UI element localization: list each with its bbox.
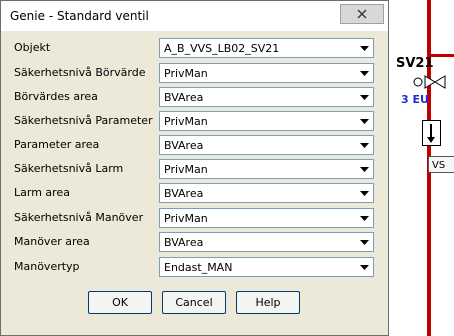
field-row-sakerhetsniva-parameter: Säkerhetsnivå Parameter PrivMan (14, 111, 374, 131)
genie-dialog: Genie - Standard ventil Objekt A_B_VVS_L… (0, 0, 389, 336)
field-label: Manöver area (14, 235, 90, 248)
dropdown-value: PrivMan (164, 115, 208, 128)
field-row-borvardes-area: Börvärdes area BVArea (14, 87, 374, 107)
chevron-down-icon[interactable] (356, 185, 372, 201)
ok-button[interactable]: OK (88, 291, 152, 314)
manovertyp-dropdown[interactable]: Endast_MAN (159, 257, 374, 277)
larm-area-dropdown[interactable]: BVArea (159, 183, 374, 203)
chevron-down-icon[interactable] (356, 89, 372, 105)
chevron-down-icon[interactable] (356, 259, 372, 275)
field-label: Börvärdes area (14, 90, 98, 103)
field-row-manover-area: Manöver area BVArea (14, 232, 374, 252)
dropdown-value: BVArea (164, 91, 204, 104)
red-pipe-horizontal (431, 54, 454, 57)
dropdown-value: PrivMan (164, 163, 208, 176)
field-label: Manövertyp (14, 260, 80, 273)
dropdown-value: BVArea (164, 139, 204, 152)
sakerhetsniva-borvarde-dropdown[interactable]: PrivMan (159, 63, 374, 83)
close-icon (357, 9, 367, 19)
field-label: Parameter area (14, 138, 100, 151)
valve-label[interactable]: SV21 (396, 56, 434, 71)
chevron-down-icon[interactable] (356, 210, 372, 226)
chevron-down-icon[interactable] (356, 161, 372, 177)
field-label: Säkerhetsnivå Parameter (14, 114, 153, 127)
dropdown-value: PrivMan (164, 67, 208, 80)
sakerhetsniva-manover-dropdown[interactable]: PrivMan (159, 208, 374, 228)
field-row-sakerhetsniva-larm: Säkerhetsnivå Larm PrivMan (14, 159, 374, 179)
chevron-down-icon[interactable] (356, 137, 372, 153)
borvardes-area-dropdown[interactable]: BVArea (159, 87, 374, 107)
dropdown-value: BVArea (164, 236, 204, 249)
cancel-button[interactable]: Cancel (162, 291, 226, 314)
help-button[interactable]: Help (236, 291, 300, 314)
field-label: Säkerhetsnivå Larm (14, 162, 124, 175)
chevron-down-icon[interactable] (356, 234, 372, 250)
dropdown-value: A_B_VVS_LB02_SV21 (164, 42, 280, 55)
parameter-area-dropdown[interactable]: BVArea (159, 135, 374, 155)
down-arrow-box-icon[interactable] (422, 120, 441, 146)
vs-button[interactable]: VS (428, 156, 454, 173)
dialog-title: Genie - Standard ventil (10, 9, 149, 23)
dialog-titlebar[interactable]: Genie - Standard ventil (1, 1, 388, 31)
field-label: Objekt (14, 41, 51, 54)
chevron-down-icon[interactable] (356, 65, 372, 81)
dropdown-value: Endast_MAN (164, 261, 233, 274)
field-row-parameter-area: Parameter area BVArea (14, 135, 374, 155)
sakerhetsniva-parameter-dropdown[interactable]: PrivMan (159, 111, 374, 131)
field-row-manovertyp: Manövertyp Endast_MAN (14, 257, 374, 277)
chevron-down-icon[interactable] (356, 113, 372, 129)
field-row-larm-area: Larm area BVArea (14, 183, 374, 203)
manover-area-dropdown[interactable]: BVArea (159, 232, 374, 252)
field-row-sakerhetsniva-manover: Säkerhetsnivå Manöver PrivMan (14, 208, 374, 228)
chevron-down-icon[interactable] (356, 40, 372, 56)
field-row-sakerhetsniva-borvarde: Säkerhetsnivå Börvärde PrivMan (14, 63, 374, 83)
objekt-dropdown[interactable]: A_B_VVS_LB02_SV21 (159, 38, 374, 58)
valve-icon[interactable] (413, 72, 449, 92)
close-button[interactable] (340, 4, 384, 24)
dropdown-value: PrivMan (164, 212, 208, 225)
dropdown-value: BVArea (164, 187, 204, 200)
sakerhetsniva-larm-dropdown[interactable]: PrivMan (159, 159, 374, 179)
field-label: Säkerhetsnivå Börvärde (14, 66, 146, 79)
valve-eu-text: 3 EU (401, 93, 429, 106)
field-label: Larm area (14, 186, 70, 199)
field-label: Säkerhetsnivå Manöver (14, 211, 144, 224)
field-row-objekt: Objekt A_B_VVS_LB02_SV21 (14, 38, 374, 58)
